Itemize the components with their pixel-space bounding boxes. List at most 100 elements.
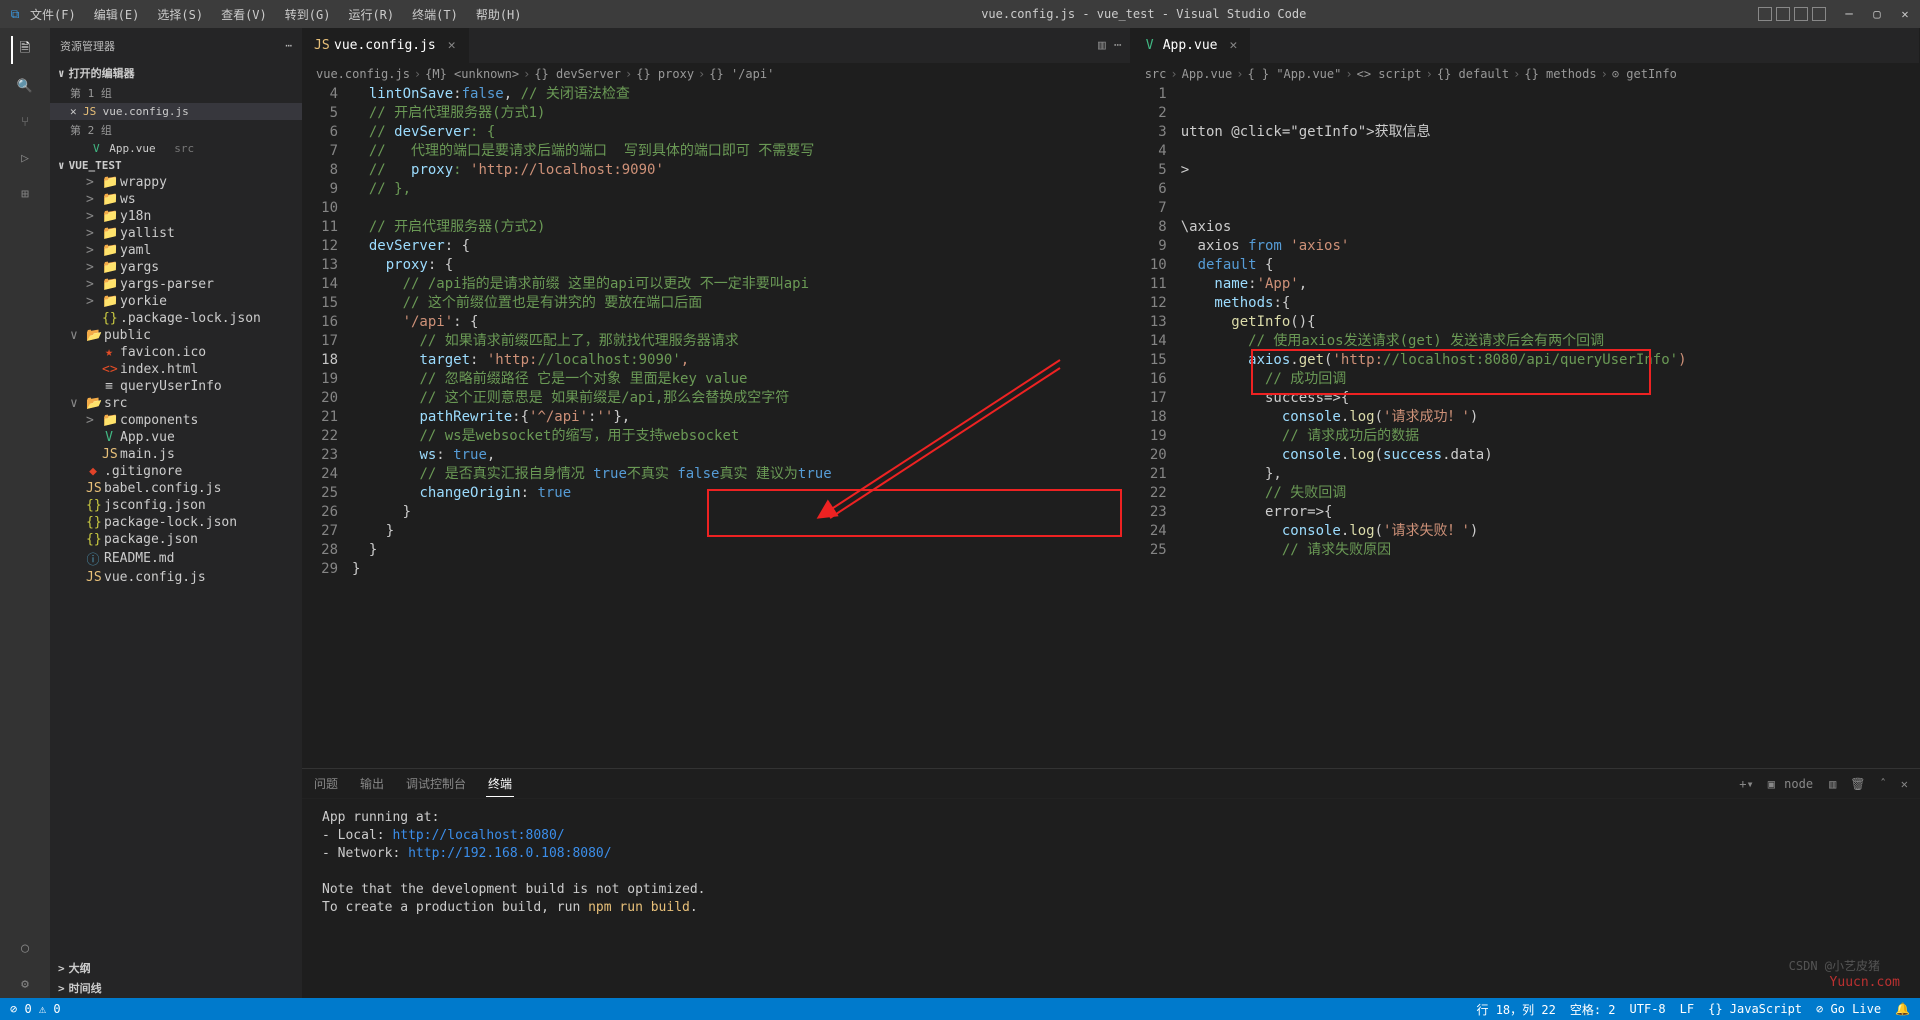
sidebar-title: 资源管理器 bbox=[60, 38, 115, 54]
close-panel-icon[interactable]: ✕ bbox=[1899, 773, 1910, 795]
tree-item[interactable]: {}package-lock.json bbox=[50, 514, 302, 531]
layout-icons bbox=[1758, 7, 1826, 21]
open-file-1[interactable]: ✕ JSvue.config.js bbox=[50, 103, 302, 120]
panel-tab-problems[interactable]: 问题 bbox=[312, 771, 340, 796]
minimize-icon[interactable]: ─ bbox=[1842, 7, 1856, 21]
tree-item[interactable]: >📁components bbox=[50, 412, 302, 429]
code-area-1[interactable]: lintOnSave:false, // 关闭语法检查 // 开启代理服务器(方… bbox=[352, 85, 1090, 768]
tree-item[interactable]: >📁y18n bbox=[50, 208, 302, 225]
watermark: Yuucn.com bbox=[1830, 975, 1900, 990]
tree-item[interactable]: {}package.json bbox=[50, 531, 302, 548]
sidebar: 资源管理器 ⋯ ∨ 打开的编辑器 第 1 组 ✕ JSvue.config.js… bbox=[50, 28, 302, 998]
activity-bar: 🗎 🔍 ⑂ ▷ ⊞ ◯ ⚙ bbox=[0, 28, 50, 998]
group-2: 第 2 组 bbox=[50, 120, 302, 140]
layout-icon[interactable] bbox=[1812, 7, 1826, 21]
tree-item[interactable]: >📁wrappy bbox=[50, 174, 302, 191]
tree-item[interactable]: JSbabel.config.js bbox=[50, 480, 302, 497]
breadcrumb-2[interactable]: src›App.vue›{ } "App.vue"›<> script›{} d… bbox=[1131, 63, 1919, 85]
tree-item[interactable]: JSmain.js bbox=[50, 446, 302, 463]
tree-item[interactable]: ∨📂src bbox=[50, 395, 302, 412]
outline-header[interactable]: > 大纲 bbox=[50, 958, 302, 978]
open-editors-header[interactable]: ∨ 打开的编辑器 bbox=[50, 63, 302, 83]
close-icon[interactable]: ✕ bbox=[1230, 38, 1238, 53]
title-bar: ⧉ 文件(F) 编辑(E) 选择(S) 查看(V) 转到(G) 运行(R) 终端… bbox=[0, 0, 1920, 28]
maximize-icon[interactable]: ▢ bbox=[1870, 7, 1884, 21]
close-icon[interactable]: ✕ bbox=[1898, 7, 1912, 21]
menu-view[interactable]: 查看(V) bbox=[213, 4, 275, 25]
more-icon[interactable]: ⋯ bbox=[285, 39, 292, 52]
status-notifications[interactable]: 🔔 bbox=[1895, 1002, 1910, 1016]
tab-app-vue[interactable]: VApp.vue✕ bbox=[1131, 28, 1251, 63]
code-area-2[interactable]: utton @click="getInfo">获取信息 > \axios axi… bbox=[1181, 85, 1879, 768]
panel-tab-output[interactable]: 输出 bbox=[358, 771, 386, 796]
tabs-1: JSvue.config.js✕ ▥ ⋯ bbox=[302, 28, 1130, 63]
editor-group-1: JSvue.config.js✕ ▥ ⋯ vue.config.js›{M} <u… bbox=[302, 28, 1131, 768]
scm-icon[interactable]: ⑂ bbox=[11, 108, 39, 136]
tree-item[interactable]: >📁yargs-parser bbox=[50, 276, 302, 293]
menu-select[interactable]: 选择(S) bbox=[149, 4, 211, 25]
breadcrumb-1[interactable]: vue.config.js›{M} <unknown>›{} devServer… bbox=[302, 63, 1130, 85]
trash-icon[interactable]: 🗑 bbox=[1848, 773, 1867, 795]
split-terminal-icon[interactable]: ▥ bbox=[1827, 773, 1838, 795]
status-language[interactable]: {} JavaScript bbox=[1708, 1002, 1802, 1016]
tree-item[interactable]: ★favicon.ico bbox=[50, 344, 302, 361]
timeline-header[interactable]: > 时间线 bbox=[50, 978, 302, 998]
csdn-watermark: CSDN @小艺皮猪 bbox=[1789, 957, 1880, 974]
status-encoding[interactable]: UTF-8 bbox=[1630, 1002, 1666, 1016]
gear-icon[interactable]: ⚙ bbox=[11, 970, 39, 998]
close-icon[interactable]: ✕ bbox=[448, 38, 456, 53]
tree-item[interactable]: ∨📂public bbox=[50, 327, 302, 344]
status-golive[interactable]: ⊘ Go Live bbox=[1816, 1002, 1881, 1016]
more-icon[interactable]: ⋯ bbox=[1114, 38, 1122, 53]
menu-help[interactable]: 帮助(H) bbox=[468, 4, 530, 25]
minimap[interactable] bbox=[1879, 85, 1919, 768]
extensions-icon[interactable]: ⊞ bbox=[11, 180, 39, 208]
account-icon[interactable]: ◯ bbox=[11, 934, 39, 962]
menu-file[interactable]: 文件(F) bbox=[22, 4, 84, 25]
explorer-icon[interactable]: 🗎 bbox=[11, 36, 39, 64]
open-file-2[interactable]: VApp.vue src bbox=[50, 140, 302, 157]
sidebar-header: 资源管理器 ⋯ bbox=[50, 28, 302, 63]
menu-goto[interactable]: 转到(G) bbox=[277, 4, 339, 25]
panel-tab-terminal[interactable]: 终端 bbox=[486, 771, 514, 797]
tree-item[interactable]: {}jsconfig.json bbox=[50, 497, 302, 514]
tab-vue-config[interactable]: JSvue.config.js✕ bbox=[302, 28, 469, 63]
menu-terminal[interactable]: 终端(T) bbox=[404, 4, 466, 25]
tree-item[interactable]: VApp.vue bbox=[50, 429, 302, 446]
tree-item[interactable]: JSvue.config.js bbox=[50, 569, 302, 586]
status-eol[interactable]: LF bbox=[1680, 1002, 1694, 1016]
layout-icon[interactable] bbox=[1776, 7, 1790, 21]
menu-run[interactable]: 运行(R) bbox=[340, 4, 402, 25]
split-icon[interactable]: ▥ bbox=[1098, 38, 1106, 53]
tree-item[interactable]: >📁yorkie bbox=[50, 293, 302, 310]
terminal-output[interactable]: App running at:- Local: http://localhost… bbox=[302, 799, 1920, 998]
tree-item[interactable]: {}.package-lock.json bbox=[50, 310, 302, 327]
window-controls: ─ ▢ ✕ bbox=[1842, 7, 1912, 21]
tree-item[interactable]: >📁yaml bbox=[50, 242, 302, 259]
terminal-shell[interactable]: ▣ node bbox=[1766, 773, 1817, 795]
tree-item[interactable]: ◆.gitignore bbox=[50, 463, 302, 480]
menu-edit[interactable]: 编辑(E) bbox=[86, 4, 148, 25]
tree-item[interactable]: ≡queryUserInfo bbox=[50, 378, 302, 395]
tree-item[interactable]: <>index.html bbox=[50, 361, 302, 378]
minimap[interactable] bbox=[1090, 85, 1130, 768]
status-cursor[interactable]: 行 18，列 22 bbox=[1476, 1001, 1555, 1018]
new-terminal-icon[interactable]: +▾ bbox=[1737, 773, 1755, 795]
debug-icon[interactable]: ▷ bbox=[11, 144, 39, 172]
status-spaces[interactable]: 空格: 2 bbox=[1570, 1001, 1616, 1018]
chevron-up-icon[interactable]: ˆ bbox=[1878, 773, 1889, 795]
panel: 问题 输出 调试控制台 终端 +▾ ▣ node ▥ 🗑 ˆ ✕ App run… bbox=[302, 768, 1920, 998]
search-icon[interactable]: 🔍 bbox=[11, 72, 39, 100]
tree-item[interactable]: >📁yargs bbox=[50, 259, 302, 276]
layout-icon[interactable] bbox=[1758, 7, 1772, 21]
project-header[interactable]: ∨ VUE_TEST bbox=[50, 157, 302, 174]
tree-item[interactable]: >📁ws bbox=[50, 191, 302, 208]
tree-item[interactable]: ⓘREADME.md bbox=[50, 548, 302, 569]
panel-tab-debug[interactable]: 调试控制台 bbox=[404, 771, 468, 796]
tabs-2: VApp.vue✕ bbox=[1131, 28, 1919, 63]
window-title: vue.config.js - vue_test - Visual Studio… bbox=[530, 7, 1759, 21]
tree-item[interactable]: >📁yallist bbox=[50, 225, 302, 242]
vscode-icon: ⧉ bbox=[8, 7, 22, 22]
status-errors[interactable]: ⊘ 0 ⚠ 0 bbox=[10, 1002, 61, 1016]
layout-icon[interactable] bbox=[1794, 7, 1808, 21]
